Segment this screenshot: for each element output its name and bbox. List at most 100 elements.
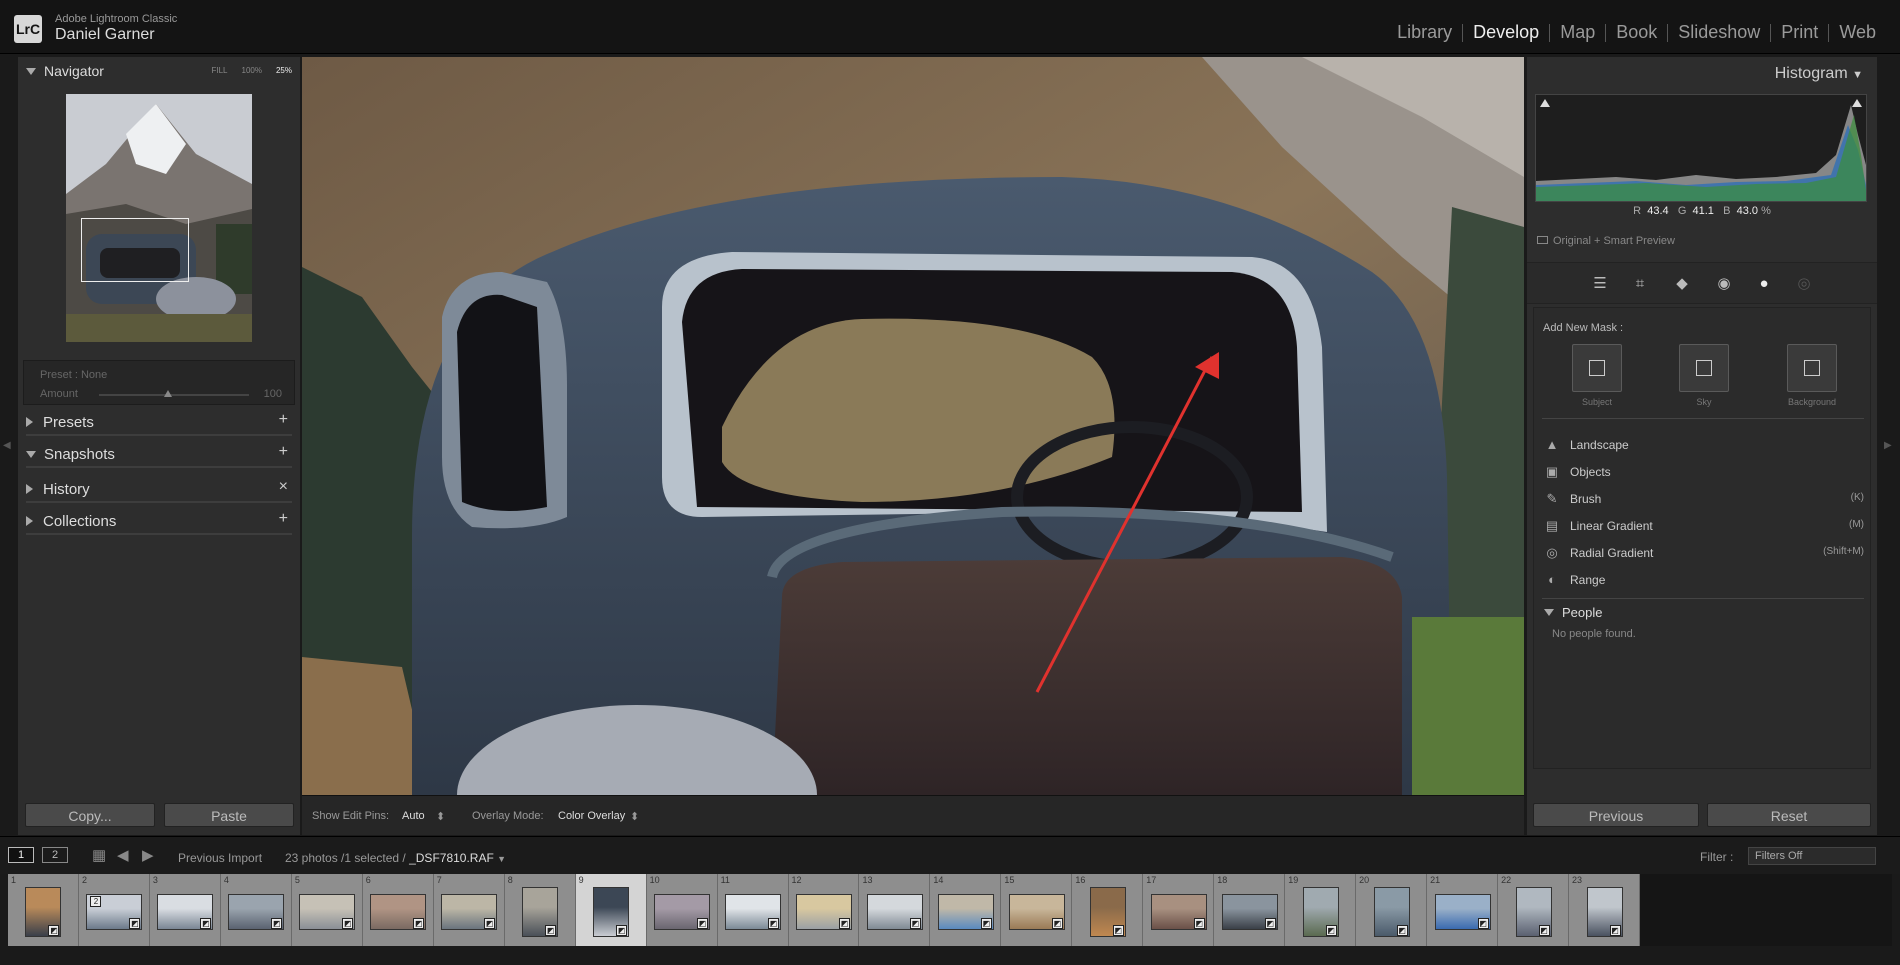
add-collection-icon[interactable]: + bbox=[279, 510, 288, 528]
paste-button[interactable]: Paste bbox=[164, 803, 294, 827]
presets-section[interactable]: Presets + bbox=[26, 410, 292, 436]
filmstrip-toolbar: 1 2 ▦ ◀ ▶ Previous Import 23 photos /1 s… bbox=[0, 836, 1900, 874]
filmstrip-cell[interactable]: 21 ◩ bbox=[1427, 874, 1499, 946]
module-library[interactable]: Library bbox=[1387, 22, 1462, 43]
filmstrip-cell[interactable]: 5 ◩ bbox=[292, 874, 363, 946]
people-section-header[interactable]: People bbox=[1544, 605, 1602, 620]
grid-view-icon[interactable]: ▦ bbox=[92, 846, 106, 864]
edited-badge-icon: ◩ bbox=[1538, 925, 1550, 936]
collapse-left-panel-icon[interactable]: ◀ bbox=[3, 440, 11, 451]
overlay-mode-dropdown[interactable]: Color Overlay bbox=[558, 810, 625, 822]
mask-tool-shortcut: (Shift+M) bbox=[1823, 546, 1864, 557]
filmstrip-cell-number: 10 bbox=[649, 875, 660, 885]
filmstrip-count[interactable]: 23 photos /1 selected / _DSF7810.RAF ▼ bbox=[285, 851, 506, 865]
amount-slider-knob[interactable] bbox=[164, 390, 172, 397]
filmstrip-cell[interactable]: 17 ◩ bbox=[1143, 874, 1215, 946]
mask-tool-label: Range bbox=[1570, 573, 1606, 587]
divider bbox=[1542, 418, 1864, 419]
mask-tool-landscape[interactable]: ▲ Landscape bbox=[1544, 436, 1864, 456]
r-label: R bbox=[1633, 205, 1642, 217]
healing-icon[interactable]: ◆ bbox=[1671, 273, 1693, 295]
filmstrip-cell[interactable]: 19 ◩ bbox=[1285, 874, 1357, 946]
rgb-unit: % bbox=[1761, 205, 1771, 217]
filmstrip-cell[interactable]: 12 ◩ bbox=[789, 874, 860, 946]
filmstrip-cell[interactable]: 6 ◩ bbox=[363, 874, 434, 946]
module-print[interactable]: Print bbox=[1771, 22, 1828, 43]
reset-button[interactable]: Reset bbox=[1707, 803, 1871, 827]
preset-row[interactable]: Preset : None bbox=[40, 369, 107, 381]
main-photo-view[interactable] bbox=[302, 57, 1524, 795]
mask-tool-radial-gradient[interactable]: ◎ Radial Gradient (Shift+M) bbox=[1544, 544, 1864, 564]
module-map[interactable]: Map bbox=[1550, 22, 1605, 43]
masking-icon[interactable]: ● bbox=[1753, 273, 1775, 295]
history-section[interactable]: History × bbox=[26, 477, 292, 503]
red-eye-icon[interactable]: ◉ bbox=[1713, 273, 1735, 295]
navigator-preview[interactable] bbox=[66, 94, 252, 342]
main-screen-button[interactable]: 1 bbox=[8, 847, 34, 863]
previous-button[interactable]: Previous bbox=[1533, 803, 1699, 827]
module-develop[interactable]: Develop bbox=[1463, 22, 1549, 43]
left-panel: Navigator FILL 100% 25% Preset : None Am… bbox=[18, 57, 300, 835]
zoom-100[interactable]: 100% bbox=[242, 66, 262, 75]
copy-button[interactable]: Copy... bbox=[25, 803, 155, 827]
arrow-left-icon[interactable]: ◀ bbox=[117, 846, 129, 864]
filmstrip-cell[interactable]: 11 ◩ bbox=[718, 874, 789, 946]
filmstrip-source[interactable]: Previous Import bbox=[178, 851, 262, 865]
filmstrip-cell[interactable]: 2 ◩ 2 bbox=[79, 874, 150, 946]
histogram-title[interactable]: Histogram ▼ bbox=[1775, 65, 1863, 83]
filmstrip-cell[interactable]: 22 ◩ bbox=[1498, 874, 1570, 946]
filmstrip-cell[interactable]: 15 ◩ bbox=[1001, 874, 1073, 946]
snapshots-section[interactable]: Snapshots + bbox=[26, 442, 292, 468]
amount-slider[interactable] bbox=[99, 394, 249, 396]
secondary-screen-button[interactable]: 2 bbox=[42, 847, 68, 863]
mask-tool-label: Landscape bbox=[1570, 438, 1629, 452]
lens-blur-icon[interactable]: ◎ bbox=[1793, 273, 1815, 295]
edit-sliders-icon[interactable]: ☰ bbox=[1589, 273, 1611, 295]
mask-tool-range[interactable]: ◐ Range bbox=[1544, 571, 1864, 591]
module-web[interactable]: Web bbox=[1829, 22, 1886, 43]
filmstrip-cell[interactable]: 16 ◩ bbox=[1072, 874, 1144, 946]
filmstrip-cell[interactable]: 1 ◩ bbox=[8, 874, 79, 946]
b-label: B bbox=[1723, 205, 1731, 217]
mask-tool-objects[interactable]: ▣ Objects bbox=[1544, 463, 1864, 483]
navigator-zoom-box[interactable] bbox=[81, 218, 189, 282]
filmstrip-cell[interactable]: 23 ◩ bbox=[1569, 874, 1640, 946]
collections-section[interactable]: Collections + bbox=[26, 509, 292, 535]
filmstrip-cell[interactable]: 7 ◩ bbox=[434, 874, 505, 946]
filmstrip-cell[interactable]: 20 ◩ bbox=[1356, 874, 1428, 946]
highlight-clipping-icon[interactable] bbox=[1852, 99, 1862, 107]
filter-dropdown[interactable]: Filters Off bbox=[1748, 847, 1876, 865]
module-book[interactable]: Book bbox=[1606, 22, 1667, 43]
shadow-clipping-icon[interactable] bbox=[1540, 99, 1550, 107]
filmstrip-cell[interactable]: 8 ◩ bbox=[505, 874, 576, 946]
filmstrip-cell[interactable]: 14 ◩ bbox=[930, 874, 1002, 946]
arrow-right-icon[interactable]: ▶ bbox=[142, 846, 154, 864]
add-snapshot-icon[interactable]: + bbox=[279, 443, 288, 461]
chevron-updown-icon[interactable]: ⬍ bbox=[436, 810, 445, 823]
chevron-updown-icon[interactable]: ⬍ bbox=[630, 810, 639, 823]
mask-background-button[interactable] bbox=[1787, 344, 1837, 392]
navigator-header[interactable]: Navigator FILL 100% 25% bbox=[26, 63, 292, 83]
zoom-fill[interactable]: FILL bbox=[212, 66, 228, 75]
filmstrip-cell[interactable]: 18 ◩ bbox=[1214, 874, 1286, 946]
collapse-right-panel-icon[interactable]: ▶ bbox=[1884, 440, 1892, 451]
mask-sky-button[interactable] bbox=[1679, 344, 1729, 392]
preview-status: Original + Smart Preview bbox=[1537, 235, 1675, 247]
module-slideshow[interactable]: Slideshow bbox=[1668, 22, 1770, 43]
filmstrip-cell[interactable]: 13 ◩ bbox=[859, 874, 931, 946]
histogram-graph[interactable] bbox=[1535, 94, 1867, 202]
add-preset-icon[interactable]: + bbox=[279, 411, 288, 429]
stack-count-badge[interactable]: 2 bbox=[90, 896, 102, 907]
filmstrip-cell[interactable]: 9 ◩ bbox=[575, 874, 647, 946]
filmstrip-cell[interactable]: 10 ◩ bbox=[647, 874, 718, 946]
mask-subject-button[interactable] bbox=[1572, 344, 1622, 392]
clear-history-icon[interactable]: × bbox=[279, 478, 288, 496]
filmstrip-cell[interactable]: 4 ◩ bbox=[221, 874, 292, 946]
mask-tool-brush[interactable]: ✎ Brush (K) bbox=[1544, 490, 1864, 510]
mask-tool-linear-gradient[interactable]: ▤ Linear Gradient (M) bbox=[1544, 517, 1864, 537]
filmstrip-cell[interactable]: 3 ◩ bbox=[150, 874, 221, 946]
edited-badge-icon: ◩ bbox=[413, 918, 425, 929]
crop-icon[interactable]: ⌗ bbox=[1629, 273, 1651, 295]
zoom-25[interactable]: 25% bbox=[276, 66, 292, 75]
show-edit-pins-dropdown[interactable]: Auto bbox=[402, 810, 425, 822]
